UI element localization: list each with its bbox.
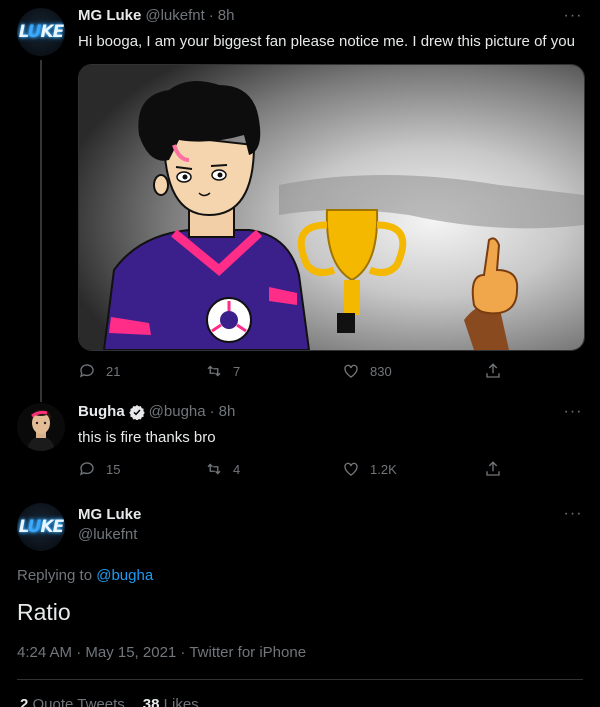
main-tweet: LUKE MG Luke @lukefnt ··· Replying to @b…: [0, 0, 600, 707]
display-name[interactable]: MG Luke: [78, 505, 141, 525]
divider: [17, 679, 583, 680]
likes-link[interactable]: 38 Likes: [143, 696, 199, 707]
quote-label: Quote Tweets: [32, 696, 125, 707]
tweet-metadata[interactable]: 4:24 AM · May 15, 2021 · Twitter for iPh…: [17, 644, 306, 661]
engagement-stats: 2 Quote Tweets 38 Likes: [20, 696, 199, 707]
luke-logo: LUKE: [18, 517, 65, 537]
tweet-thread-page: LUKE MG Luke @lukefnt · 8h ··· Hi booga,…: [0, 0, 600, 707]
mention-link[interactable]: @bugha: [96, 567, 153, 584]
replying-to: Replying to @bugha: [17, 567, 153, 584]
username-handle[interactable]: @lukefnt: [78, 525, 137, 545]
replying-prefix: Replying to: [17, 567, 97, 584]
likes-label: Likes: [163, 696, 199, 707]
avatar[interactable]: LUKE: [17, 503, 65, 551]
tweet-text: Ratio: [17, 599, 71, 625]
quote-count: 2: [20, 696, 29, 707]
more-options-icon[interactable]: ···: [563, 506, 583, 528]
quote-tweets-link[interactable]: 2 Quote Tweets: [20, 696, 125, 707]
like-count: 38: [142, 696, 160, 707]
